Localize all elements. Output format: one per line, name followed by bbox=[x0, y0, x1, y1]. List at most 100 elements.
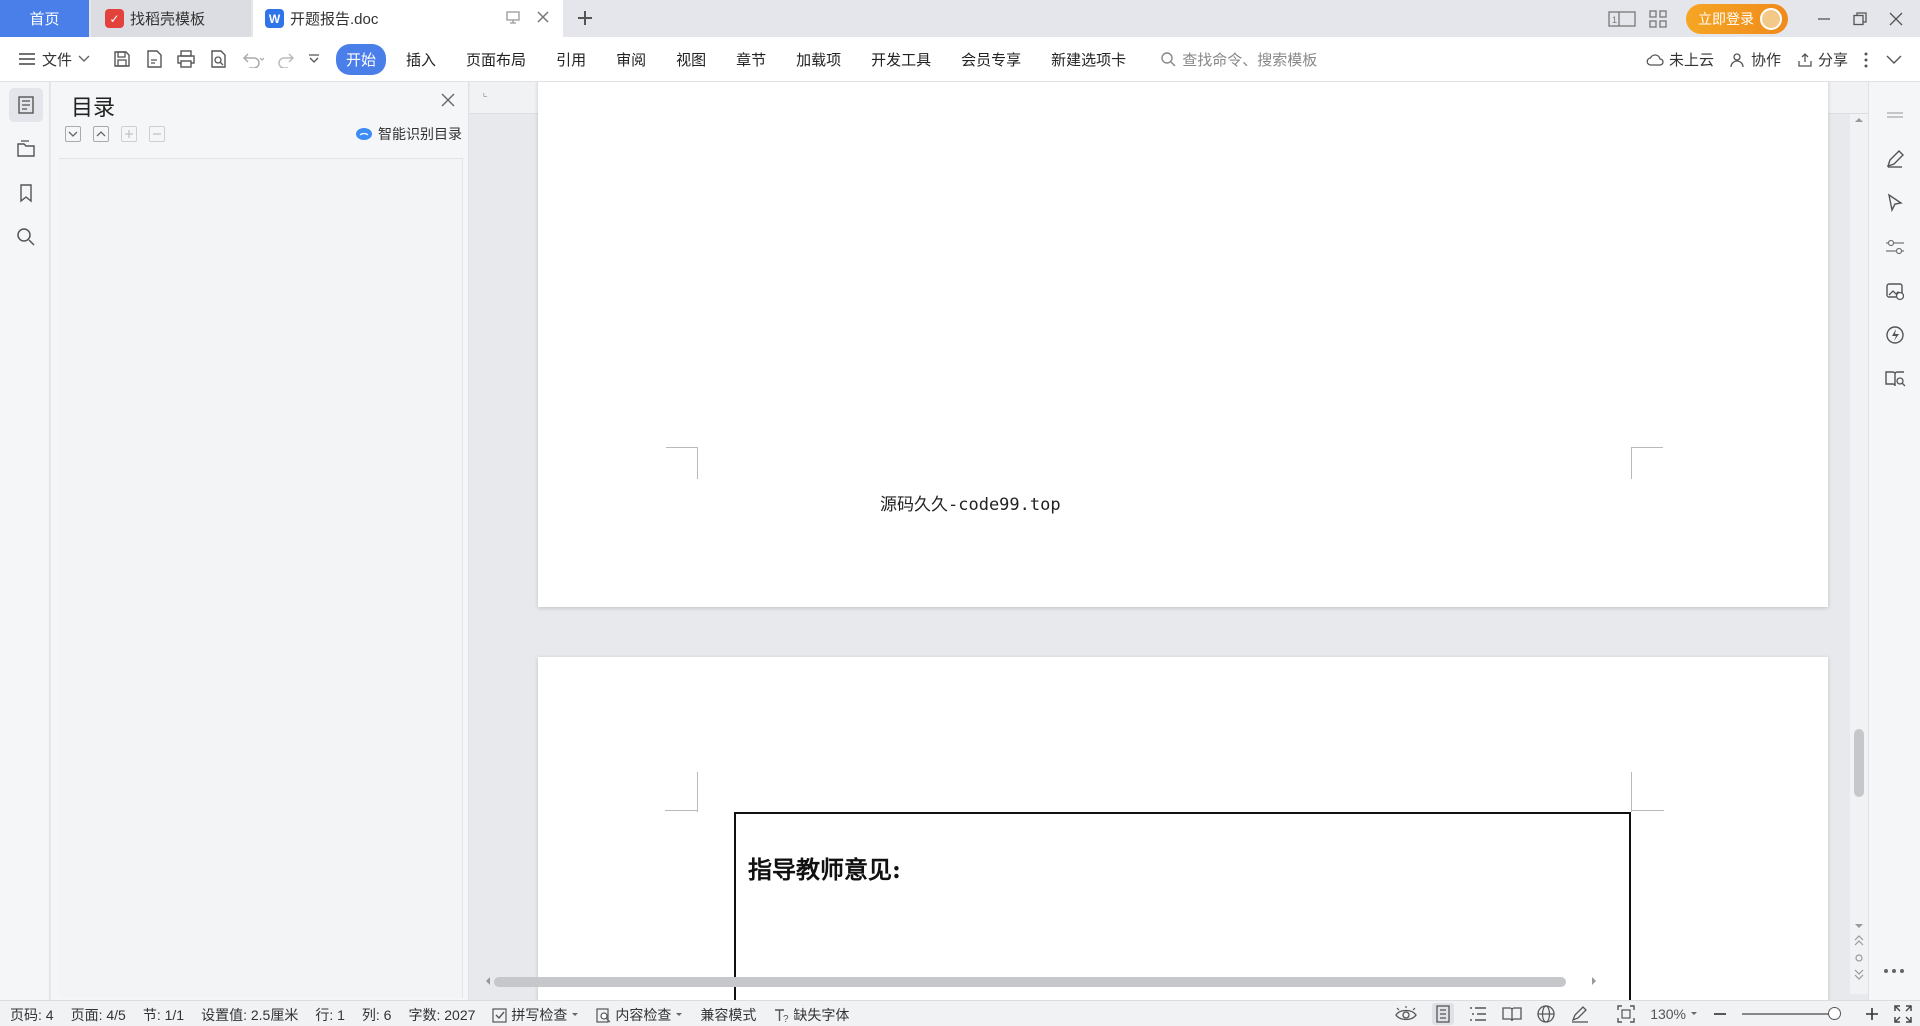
web-view-icon[interactable] bbox=[1537, 1005, 1555, 1023]
reading-view-icon[interactable] bbox=[1502, 1006, 1522, 1022]
lightning-icon[interactable] bbox=[1880, 320, 1910, 350]
person-icon bbox=[1730, 52, 1746, 68]
collapse-all-icon[interactable] bbox=[93, 126, 109, 142]
print-icon[interactable] bbox=[176, 49, 196, 69]
tab-document[interactable]: W 开题报告.doc bbox=[253, 0, 563, 37]
vertical-scroll-thumb[interactable] bbox=[1854, 729, 1864, 797]
tab-start[interactable]: 开始 bbox=[336, 43, 387, 75]
missing-font-button[interactable]: ? 缺失字体 bbox=[773, 1005, 849, 1025]
tab-addins[interactable]: 加载项 bbox=[786, 44, 851, 75]
tab-home[interactable]: 首页 bbox=[0, 0, 89, 37]
customize-toolbar-icon[interactable] bbox=[308, 53, 320, 65]
content-check-label: 内容检查 bbox=[615, 1007, 672, 1023]
eye-protection-icon[interactable] bbox=[1395, 1006, 1417, 1022]
horizontal-scroll-thumb[interactable] bbox=[494, 977, 1566, 987]
apps-grid-icon[interactable] bbox=[1640, 0, 1676, 37]
page-nav-icon[interactable] bbox=[1850, 920, 1868, 990]
more-horizontal-icon[interactable] bbox=[1883, 968, 1905, 974]
cloud-status-button[interactable]: 未上云 bbox=[1646, 49, 1714, 70]
right-toolbar bbox=[1868, 82, 1920, 1012]
pin-window-icon[interactable] bbox=[505, 9, 521, 25]
compat-mode-status[interactable]: 兼容模式 bbox=[700, 1005, 756, 1025]
svg-text:?: ? bbox=[783, 1014, 789, 1023]
redo-icon[interactable] bbox=[278, 50, 296, 68]
caret-down-icon bbox=[675, 1012, 683, 1018]
word-count-status[interactable]: 字数: 2027 bbox=[408, 1005, 475, 1025]
vertical-scrollbar[interactable] bbox=[1850, 114, 1868, 994]
collaborate-label: 协作 bbox=[1750, 52, 1781, 69]
chevron-down-icon bbox=[78, 55, 90, 63]
chapter-panel-button[interactable] bbox=[9, 132, 43, 166]
more-vertical-icon[interactable] bbox=[1864, 52, 1868, 68]
tab-review[interactable]: 审阅 bbox=[606, 44, 656, 75]
zoom-slider[interactable] bbox=[1742, 1007, 1841, 1020]
undo-icon[interactable] bbox=[240, 50, 266, 68]
login-button[interactable]: 立即登录 bbox=[1686, 3, 1788, 34]
file-menu-button[interactable]: 文件 bbox=[18, 49, 90, 70]
save-icon[interactable] bbox=[112, 49, 132, 69]
close-tab-icon[interactable] bbox=[535, 9, 551, 25]
document-page[interactable]: 指导教师意见: bbox=[538, 657, 1828, 1012]
new-tab-icon[interactable] bbox=[575, 8, 595, 28]
edit-pen-icon[interactable] bbox=[1880, 144, 1910, 174]
page-status[interactable]: 页面: 4/5 bbox=[71, 1005, 126, 1025]
tab-chapter[interactable]: 章节 bbox=[726, 44, 776, 75]
zoom-out-icon[interactable] bbox=[1713, 1007, 1727, 1021]
collaborate-button[interactable]: 协作 bbox=[1730, 49, 1781, 70]
docer-logo-icon: ✓ bbox=[105, 9, 124, 28]
collapse-ribbon-icon[interactable] bbox=[1886, 55, 1902, 65]
menu-bar: 文件 开始 插入 页面布局 引用 审阅 视图 章节 加载项 开发工具 会员专享 … bbox=[0, 37, 1920, 82]
column-status[interactable]: 列: 6 bbox=[362, 1005, 392, 1025]
content-check-button[interactable]: 内容检查 bbox=[596, 1005, 683, 1025]
smart-toc-button[interactable]: 智能识别目录 bbox=[355, 124, 462, 144]
outline-view-icon[interactable] bbox=[1469, 1006, 1487, 1022]
tab-developer[interactable]: 开发工具 bbox=[861, 44, 941, 75]
wps-writer-icon: W bbox=[265, 9, 284, 28]
add-heading-icon[interactable] bbox=[121, 126, 137, 142]
restore-icon[interactable] bbox=[1842, 0, 1878, 37]
missing-font-icon: ? bbox=[773, 1008, 789, 1023]
zoom-slider-knob[interactable] bbox=[1828, 1007, 1841, 1020]
zoom-in-icon[interactable] bbox=[1865, 1007, 1879, 1021]
bookmark-panel-button[interactable] bbox=[9, 176, 43, 210]
image-tools-icon[interactable] bbox=[1880, 276, 1910, 306]
find-panel-button[interactable] bbox=[9, 220, 43, 254]
tab-page-layout[interactable]: 页面布局 bbox=[456, 44, 536, 75]
command-search[interactable]: 查找命令、搜索模板 bbox=[1160, 49, 1317, 70]
page-code-status[interactable]: 页码: 4 bbox=[10, 1005, 54, 1025]
tab-member[interactable]: 会员专享 bbox=[951, 44, 1031, 75]
setting-status[interactable]: 设置值: 2.5厘米 bbox=[201, 1005, 298, 1025]
zoom-level-dropdown[interactable]: 130% bbox=[1650, 1006, 1698, 1022]
tab-view[interactable]: 视图 bbox=[666, 44, 716, 75]
fit-page-icon[interactable] bbox=[1617, 1005, 1635, 1023]
layout-view-icon[interactable]: 1 bbox=[1604, 0, 1640, 37]
toc-panel-button[interactable] bbox=[9, 88, 43, 122]
smart-toc-label: 智能识别目录 bbox=[378, 126, 462, 142]
close-window-icon[interactable] bbox=[1878, 0, 1914, 37]
horizontal-scrollbar[interactable] bbox=[484, 974, 1850, 988]
page-view-icon[interactable] bbox=[1432, 1003, 1455, 1025]
close-icon[interactable] bbox=[440, 92, 456, 108]
tab-insert[interactable]: 插入 bbox=[396, 44, 446, 75]
read-book-icon[interactable] bbox=[1880, 364, 1910, 394]
section-status[interactable]: 节: 1/1 bbox=[143, 1005, 184, 1025]
row-status[interactable]: 行: 1 bbox=[315, 1005, 345, 1025]
adjust-sliders-icon[interactable] bbox=[1880, 232, 1910, 262]
expand-all-icon[interactable] bbox=[65, 126, 81, 142]
tab-references[interactable]: 引用 bbox=[546, 44, 596, 75]
writing-mode-icon[interactable] bbox=[1570, 1005, 1590, 1023]
spell-check-button[interactable]: 拼写检查 bbox=[492, 1005, 579, 1025]
print-preview-icon[interactable] bbox=[208, 49, 228, 69]
export-pdf-icon[interactable] bbox=[144, 49, 164, 69]
tab-template[interactable]: ✓ 找稻壳模板 bbox=[91, 0, 251, 37]
tab-new-tab[interactable]: 新建选项卡 bbox=[1041, 44, 1136, 75]
select-cursor-icon[interactable] bbox=[1880, 188, 1910, 218]
fullscreen-icon[interactable] bbox=[1894, 1005, 1912, 1023]
page-footer-text[interactable]: 源码久久-code99.top bbox=[880, 490, 1061, 515]
missing-font-label: 缺失字体 bbox=[793, 1007, 850, 1023]
share-button[interactable]: 分享 bbox=[1797, 49, 1848, 70]
minimize-icon[interactable] bbox=[1806, 0, 1842, 37]
collapse-right-panel-icon[interactable] bbox=[1880, 100, 1910, 130]
document-page[interactable]: 源码久久-code99.top bbox=[538, 82, 1828, 607]
remove-heading-icon[interactable] bbox=[149, 126, 165, 142]
